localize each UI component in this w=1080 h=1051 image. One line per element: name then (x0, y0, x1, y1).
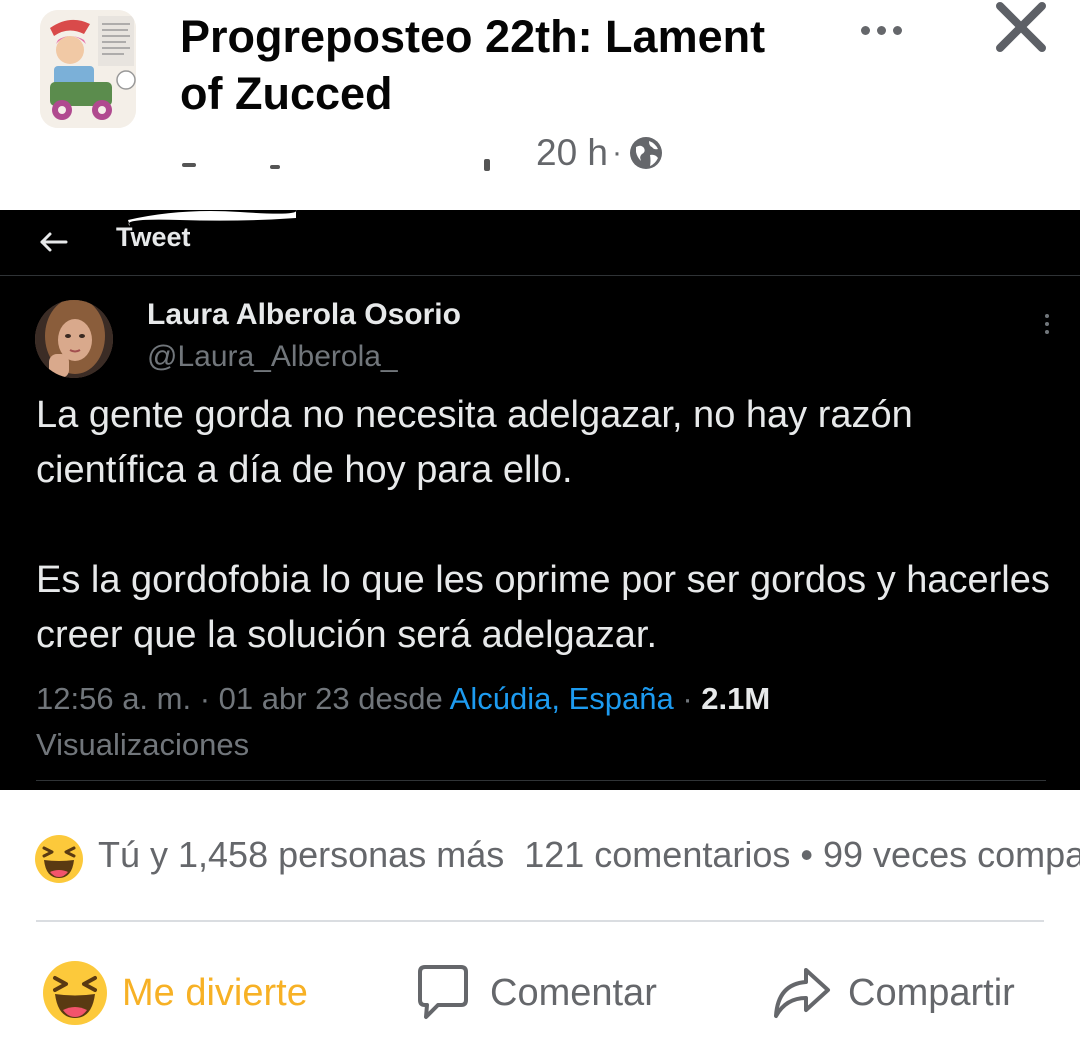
post-time[interactable]: 20 h (536, 132, 608, 174)
post-meta: 20 h · (180, 128, 664, 178)
post-actions: Me divierte Comentar Compartir (0, 950, 1080, 1036)
react-button[interactable]: Me divierte (42, 950, 308, 1036)
post-group-title[interactable]: Progreposteo 22th: Lament of Zucced (180, 8, 820, 122)
group-avatar-image (40, 10, 136, 128)
reactions-count[interactable]: Tú y 1,458 personas más (98, 834, 504, 875)
tweet-views-label: Visualizaciones (36, 727, 250, 762)
avatar-photo (35, 300, 113, 378)
tweet-meta-dot: · (682, 681, 693, 716)
tweet-text: La gente gorda no necesita adelgazar, no… (36, 388, 1056, 663)
tweet-from-word: desde (358, 681, 443, 716)
reactions-summary: Tú y 1,458 personas más 121 comentarios •… (0, 826, 1080, 890)
tweet-divider (36, 780, 1046, 781)
tweet-author-name: Laura Alberola Osorio (147, 298, 461, 331)
tweet-author-avatar (35, 300, 113, 378)
more-options-icon[interactable] (846, 10, 916, 50)
tweet-location: Alcúdia, España (449, 681, 674, 716)
tweet-meta: 12:56 a. m. · 01 abr 23 desde Alcúdia, E… (36, 676, 1046, 768)
tweet-time: 12:56 a. m. (36, 681, 192, 716)
tweet-meta-dot: · (199, 681, 211, 716)
summary-dot: • (800, 834, 813, 875)
tweet-views-count: 2.1M (701, 681, 771, 716)
tweet-paragraph: La gente gorda no necesita adelgazar, no… (36, 394, 913, 491)
tweet-paragraph: Es la gordofobia lo que les oprime por s… (36, 559, 1050, 656)
comments-count[interactable]: 121 comentarios (524, 834, 790, 875)
comment-bubble-icon (418, 965, 468, 1019)
group-avatar[interactable] (40, 10, 136, 128)
share-button[interactable]: Compartir (770, 950, 1015, 1036)
tweet-author-handle: @Laura_Alberola_ (147, 340, 398, 373)
globe-icon (630, 137, 663, 169)
summary-divider (36, 920, 1044, 922)
comment-label: Comentar (490, 971, 657, 1014)
tweet-topbar: Tweet (0, 210, 1080, 276)
tweet-menu-icon (1040, 314, 1054, 342)
shares-count[interactable]: 99 veces compartido (823, 834, 1080, 875)
share-arrow-icon (774, 968, 830, 1018)
tweet-screenshot[interactable]: Tweet Laura Alberola Osorio @Laura_Alber… (0, 210, 1080, 790)
haha-emoji-icon[interactable] (34, 834, 84, 884)
close-icon[interactable] (990, 0, 1052, 58)
share-label: Compartir (848, 971, 1015, 1014)
summary-text: Tú y 1,458 personas más 121 comentarios •… (98, 834, 1080, 876)
comment-button[interactable]: Comentar (412, 950, 657, 1036)
tweet-topbar-title: Tweet (116, 222, 191, 252)
redacted-author (180, 133, 520, 173)
haha-reaction-icon (43, 961, 107, 1025)
back-arrow-icon[interactable] (36, 224, 72, 260)
post-header: Progreposteo 22th: Lament of Zucced 20 h… (0, 0, 1080, 210)
meta-separator: · (612, 136, 623, 169)
react-label: Me divierte (122, 971, 308, 1014)
tweet-date: 01 abr 23 (218, 681, 350, 716)
